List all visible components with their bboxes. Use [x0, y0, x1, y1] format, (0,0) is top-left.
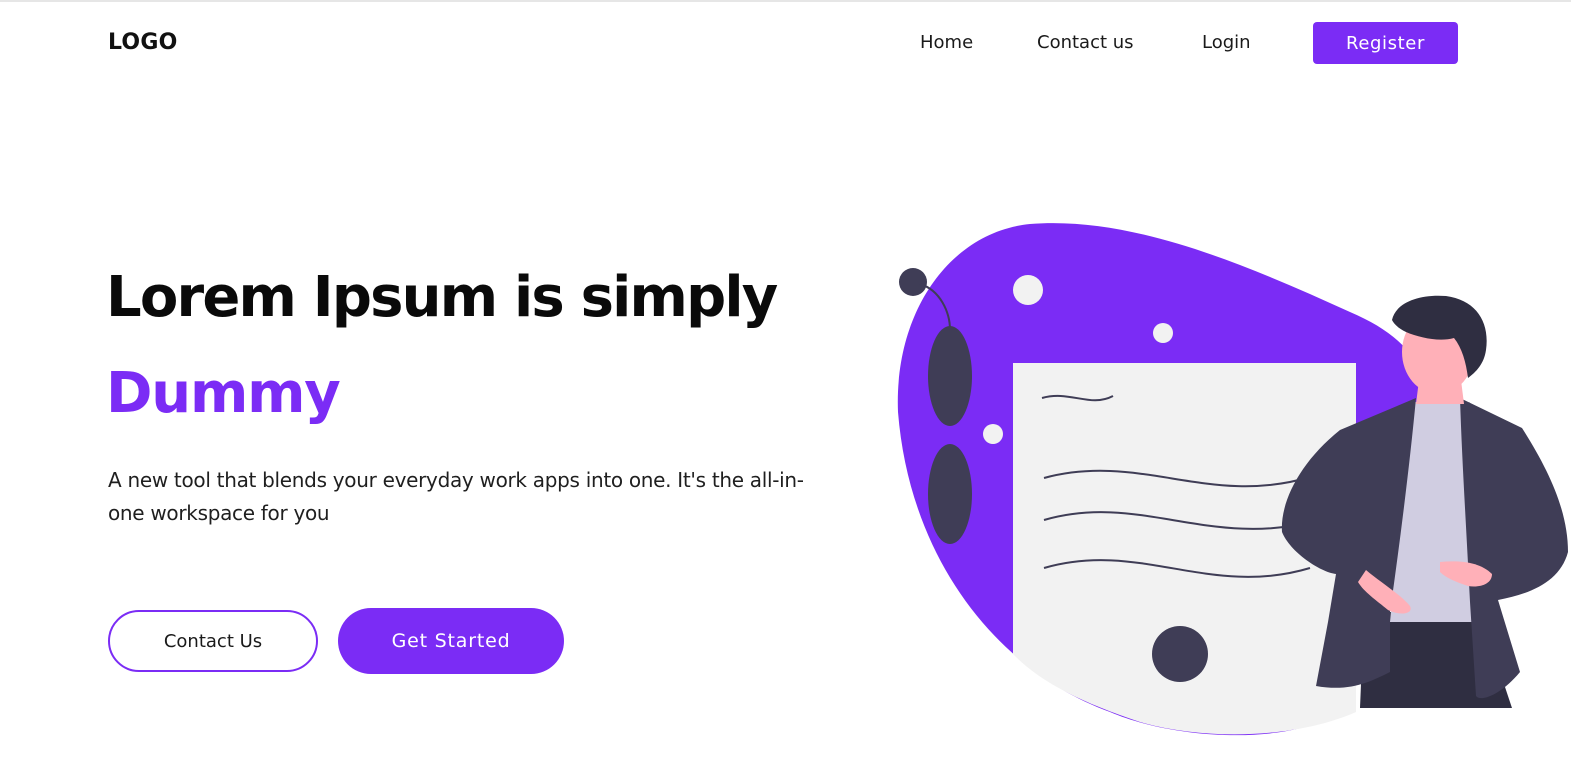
register-button[interactable]: Register	[1313, 22, 1458, 64]
board-dark-circle	[1152, 626, 1208, 682]
landing-page: LOGO Home Contact us Login Register Lore…	[0, 0, 1571, 781]
pendant-knob	[899, 268, 927, 296]
person-presenting-board-illustration-icon	[897, 223, 1568, 736]
nav-link-contact-us[interactable]: Contact us	[1037, 32, 1134, 53]
pendant-oval-bottom	[928, 444, 972, 544]
top-nav: Home Contact us Login Register	[0, 22, 1571, 66]
pendant-oval-top	[928, 326, 972, 426]
hero-title: Lorem Ipsum is simply	[106, 265, 778, 330]
get-started-button[interactable]: Get Started	[338, 608, 564, 674]
white-dot-1	[1013, 275, 1043, 305]
contact-us-button[interactable]: Contact Us	[108, 610, 318, 672]
white-dot-2	[1153, 323, 1173, 343]
hero-accent-word: Dummy	[106, 361, 341, 426]
hero-description: A new tool that blends your everyday wor…	[108, 468, 804, 525]
white-dot-3	[983, 424, 1003, 444]
person-jacket-right	[1460, 398, 1568, 699]
nav-link-login[interactable]: Login	[1202, 32, 1251, 53]
hero-illustration	[880, 202, 1571, 762]
nav-link-home[interactable]: Home	[920, 32, 973, 53]
